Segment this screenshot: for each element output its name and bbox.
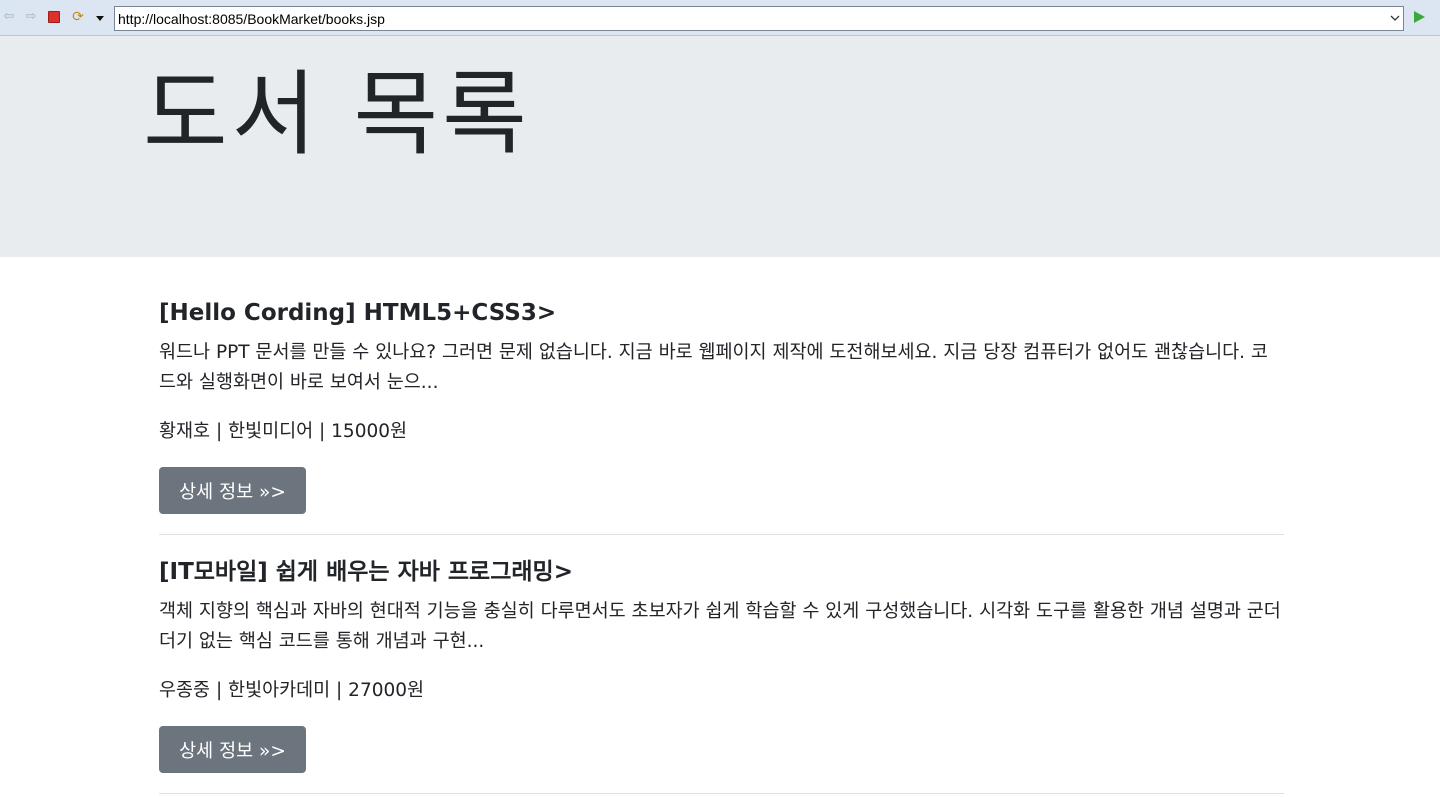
book-item: [Hello Cording] HTML5+CSS3> 워드나 PPT 문서를 … [159, 296, 1284, 535]
browser-toolbar: ⇦ ⇨ ⟳ [0, 0, 1440, 36]
page-header: 도서 목록 [0, 36, 1440, 257]
book-title: [IT모바일] 쉽게 배우는 자바 프로그래밍> [159, 559, 573, 585]
book-title: [Hello Cording] HTML5+CSS3> [159, 300, 557, 326]
refresh-icon[interactable]: ⟳ [70, 9, 86, 25]
menu-dropdown-icon[interactable] [92, 10, 108, 26]
book-detail-button[interactable]: 상세 정보 »> [159, 467, 306, 514]
book-description: 워드나 PPT 문서를 만들 수 있나요? 그러면 문제 없습니다. 지금 바로… [159, 342, 1268, 393]
address-bar[interactable] [114, 6, 1404, 31]
book-meta: 황재호 | 한빛미디어 | 15000원 [159, 421, 408, 442]
book-description: 객체 지향의 핵심과 자바의 현대적 기능을 충실히 다루면서도 초보자가 쉽게… [159, 601, 1281, 652]
go-icon[interactable] [1414, 11, 1425, 23]
book-detail-button[interactable]: 상세 정보 »> [159, 726, 306, 773]
back-arrow-icon[interactable]: ⇦ [1, 9, 17, 25]
book-item: [IT모바일] 쉽게 배우는 자바 프로그래밍> 객체 지향의 핵심과 자바의 … [159, 555, 1284, 794]
url-history-chevron-icon[interactable] [1390, 14, 1400, 22]
url-input[interactable] [118, 10, 1378, 28]
stop-icon[interactable] [46, 9, 62, 25]
book-meta: 우종중 | 한빛아카데미 | 27000원 [159, 680, 425, 701]
forward-arrow-icon[interactable]: ⇨ [23, 9, 39, 25]
page-title: 도서 목록 [143, 61, 531, 168]
